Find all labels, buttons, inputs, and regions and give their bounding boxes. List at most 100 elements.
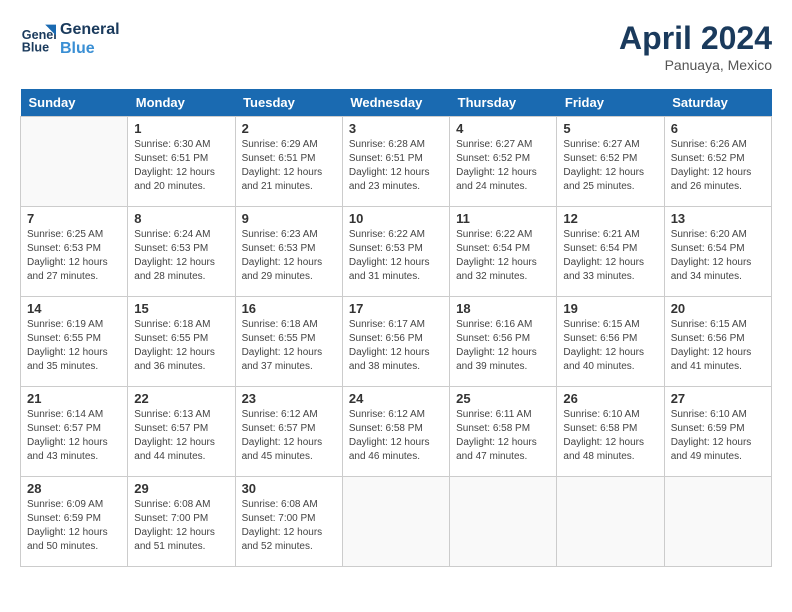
logo-text-general: General (60, 20, 120, 39)
day-info: Sunrise: 6:20 AMSunset: 6:54 PMDaylight:… (671, 228, 765, 284)
calendar-cell: 30 Sunrise: 6:08 AMSunset: 7:00 PMDayligh… (235, 477, 342, 567)
day-number: 10 (349, 211, 443, 226)
day-info: Sunrise: 6:23 AMSunset: 6:53 PMDaylight:… (242, 228, 336, 284)
calendar-cell: 11Sunrise: 6:22 AMSunset: 6:54 PMDayligh… (450, 207, 557, 297)
day-info: Sunrise: 6:08 AMSunset: 7:00 PMDaylight:… (134, 498, 228, 554)
day-number: 13 (671, 211, 765, 226)
calendar-cell: 2 Sunrise: 6:29 AMSunset: 6:51 PMDaylight… (235, 117, 342, 207)
calendar-cell: 29 Sunrise: 6:08 AMSunset: 7:00 PMDayligh… (128, 477, 235, 567)
day-info: Sunrise: 6:18 AMSunset: 6:55 PMDaylight:… (242, 318, 336, 374)
day-number: 25 (456, 391, 550, 406)
day-number: 21 (27, 391, 121, 406)
day-number: 19 (563, 301, 657, 316)
calendar-cell: 26Sunrise: 6:10 AMSunset: 6:58 PMDayligh… (557, 387, 664, 477)
calendar-cell (450, 477, 557, 567)
calendar-cell (342, 477, 449, 567)
week-row-4: 21 Sunrise: 6:14 AMSunset: 6:57 PMDayligh… (21, 387, 772, 477)
page-header: General Blue General Blue April 2024 Pan… (20, 20, 772, 73)
day-info: Sunrise: 6:14 AMSunset: 6:57 PMDaylight:… (27, 408, 121, 464)
logo: General Blue General Blue (20, 20, 120, 58)
title-area: April 2024 Panuaya, Mexico (619, 20, 772, 73)
day-info: Sunrise: 6:21 AMSunset: 6:54 PMDaylight:… (563, 228, 657, 284)
day-info: Sunrise: 6:15 AMSunset: 6:56 PMDaylight:… (671, 318, 765, 374)
day-info: Sunrise: 6:16 AMSunset: 6:56 PMDaylight:… (456, 318, 550, 374)
calendar-cell: 3 Sunrise: 6:28 AMSunset: 6:51 PMDaylight… (342, 117, 449, 207)
week-row-1: 1 Sunrise: 6:30 AMSunset: 6:51 PMDaylight… (21, 117, 772, 207)
weekday-header-sunday: Sunday (21, 89, 128, 117)
day-number: 5 (563, 121, 657, 136)
day-number: 2 (242, 121, 336, 136)
calendar-body: 1 Sunrise: 6:30 AMSunset: 6:51 PMDaylight… (21, 117, 772, 567)
weekday-header-saturday: Saturday (664, 89, 771, 117)
day-number: 3 (349, 121, 443, 136)
calendar-cell: 18Sunrise: 6:16 AMSunset: 6:56 PMDayligh… (450, 297, 557, 387)
calendar-table: SundayMondayTuesdayWednesdayThursdayFrid… (20, 89, 772, 567)
calendar-cell: 6 Sunrise: 6:26 AMSunset: 6:52 PMDaylight… (664, 117, 771, 207)
location-subtitle: Panuaya, Mexico (619, 57, 772, 73)
day-number: 15 (134, 301, 228, 316)
day-info: Sunrise: 6:28 AMSunset: 6:51 PMDaylight:… (349, 138, 443, 194)
day-number: 30 (242, 481, 336, 496)
week-row-2: 7 Sunrise: 6:25 AMSunset: 6:53 PMDaylight… (21, 207, 772, 297)
day-info: Sunrise: 6:09 AMSunset: 6:59 PMDaylight:… (27, 498, 121, 554)
logo-text-blue: Blue (60, 39, 120, 58)
week-row-5: 28 Sunrise: 6:09 AMSunset: 6:59 PMDayligh… (21, 477, 772, 567)
calendar-cell: 4Sunrise: 6:27 AMSunset: 6:52 PMDaylight… (450, 117, 557, 207)
day-number: 24 (349, 391, 443, 406)
day-info: Sunrise: 6:08 AMSunset: 7:00 PMDaylight:… (242, 498, 336, 554)
day-number: 28 (27, 481, 121, 496)
calendar-cell: 8 Sunrise: 6:24 AMSunset: 6:53 PMDaylight… (128, 207, 235, 297)
calendar-cell: 1 Sunrise: 6:30 AMSunset: 6:51 PMDaylight… (128, 117, 235, 207)
calendar-cell: 13 Sunrise: 6:20 AMSunset: 6:54 PMDayligh… (664, 207, 771, 297)
week-row-3: 14 Sunrise: 6:19 AMSunset: 6:55 PMDayligh… (21, 297, 772, 387)
day-number: 26 (563, 391, 657, 406)
day-number: 1 (134, 121, 228, 136)
calendar-cell: 23 Sunrise: 6:12 AMSunset: 6:57 PMDayligh… (235, 387, 342, 477)
calendar-cell: 17Sunrise: 6:17 AMSunset: 6:56 PMDayligh… (342, 297, 449, 387)
weekday-header-monday: Monday (128, 89, 235, 117)
calendar-cell: 27Sunrise: 6:10 AMSunset: 6:59 PMDayligh… (664, 387, 771, 477)
day-info: Sunrise: 6:27 AMSunset: 6:52 PMDaylight:… (563, 138, 657, 194)
day-info: Sunrise: 6:10 AMSunset: 6:59 PMDaylight:… (671, 408, 765, 464)
day-info: Sunrise: 6:17 AMSunset: 6:56 PMDaylight:… (349, 318, 443, 374)
calendar-cell: 12 Sunrise: 6:21 AMSunset: 6:54 PMDayligh… (557, 207, 664, 297)
day-number: 14 (27, 301, 121, 316)
calendar-header-row: SundayMondayTuesdayWednesdayThursdayFrid… (21, 89, 772, 117)
day-info: Sunrise: 6:19 AMSunset: 6:55 PMDaylight:… (27, 318, 121, 374)
svg-text:Blue: Blue (22, 41, 49, 55)
weekday-header-tuesday: Tuesday (235, 89, 342, 117)
calendar-cell: 20 Sunrise: 6:15 AMSunset: 6:56 PMDayligh… (664, 297, 771, 387)
day-info: Sunrise: 6:22 AMSunset: 6:53 PMDaylight:… (349, 228, 443, 284)
day-info: Sunrise: 6:25 AMSunset: 6:53 PMDaylight:… (27, 228, 121, 284)
day-number: 6 (671, 121, 765, 136)
calendar-cell (557, 477, 664, 567)
day-info: Sunrise: 6:12 AMSunset: 6:57 PMDaylight:… (242, 408, 336, 464)
calendar-cell: 28 Sunrise: 6:09 AMSunset: 6:59 PMDayligh… (21, 477, 128, 567)
day-number: 16 (242, 301, 336, 316)
day-number: 7 (27, 211, 121, 226)
day-info: Sunrise: 6:18 AMSunset: 6:55 PMDaylight:… (134, 318, 228, 374)
day-info: Sunrise: 6:30 AMSunset: 6:51 PMDaylight:… (134, 138, 228, 194)
weekday-header-thursday: Thursday (450, 89, 557, 117)
calendar-cell (21, 117, 128, 207)
day-number: 8 (134, 211, 228, 226)
calendar-cell: 24Sunrise: 6:12 AMSunset: 6:58 PMDayligh… (342, 387, 449, 477)
calendar-cell: 9Sunrise: 6:23 AMSunset: 6:53 PMDaylight… (235, 207, 342, 297)
day-info: Sunrise: 6:27 AMSunset: 6:52 PMDaylight:… (456, 138, 550, 194)
day-number: 12 (563, 211, 657, 226)
day-info: Sunrise: 6:22 AMSunset: 6:54 PMDaylight:… (456, 228, 550, 284)
day-number: 23 (242, 391, 336, 406)
day-number: 20 (671, 301, 765, 316)
day-info: Sunrise: 6:26 AMSunset: 6:52 PMDaylight:… (671, 138, 765, 194)
weekday-header-wednesday: Wednesday (342, 89, 449, 117)
day-number: 29 (134, 481, 228, 496)
day-info: Sunrise: 6:24 AMSunset: 6:53 PMDaylight:… (134, 228, 228, 284)
calendar-cell: 7 Sunrise: 6:25 AMSunset: 6:53 PMDaylight… (21, 207, 128, 297)
day-number: 22 (134, 391, 228, 406)
weekday-header-friday: Friday (557, 89, 664, 117)
calendar-cell: 21 Sunrise: 6:14 AMSunset: 6:57 PMDayligh… (21, 387, 128, 477)
calendar-cell: 14 Sunrise: 6:19 AMSunset: 6:55 PMDayligh… (21, 297, 128, 387)
calendar-cell: 22Sunrise: 6:13 AMSunset: 6:57 PMDayligh… (128, 387, 235, 477)
day-info: Sunrise: 6:29 AMSunset: 6:51 PMDaylight:… (242, 138, 336, 194)
month-year-title: April 2024 (619, 20, 772, 57)
